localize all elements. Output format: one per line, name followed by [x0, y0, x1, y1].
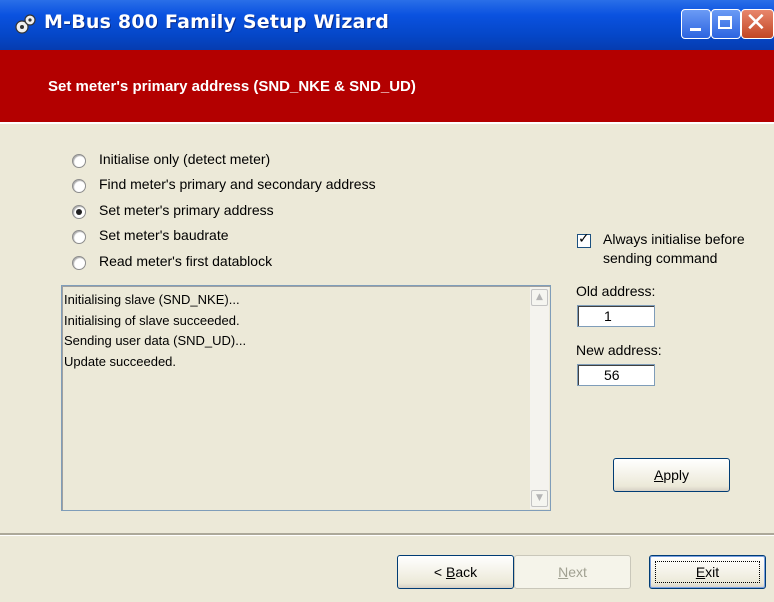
radio-label: Set meter's primary address	[99, 202, 274, 218]
minimize-icon	[690, 28, 701, 31]
vertical-scrollbar[interactable]: ▲ ▼	[530, 287, 549, 509]
scroll-down-arrow-icon[interactable]: ▼	[531, 490, 548, 507]
wizard-app-icon	[15, 14, 36, 34]
radio-label: Initialise only (detect meter)	[99, 151, 271, 167]
radio-button[interactable]	[72, 256, 86, 270]
always-initialise-label[interactable]: Always initialise before sending command	[603, 230, 745, 268]
title-bar[interactable]: M-Bus 800 Family Setup Wizard ✕	[0, 0, 774, 50]
next-button[interactable]: Next	[514, 555, 631, 589]
focus-rectangle	[655, 561, 760, 583]
log-lines: Initialising slave (SND_NKE)... Initiali…	[64, 290, 246, 372]
button-label-pre: <	[433, 564, 446, 580]
minimize-button[interactable]	[681, 9, 711, 39]
log-line: Initialising slave (SND_NKE)...	[64, 292, 240, 307]
button-label-post: pply	[663, 467, 690, 483]
button-mnemonic: A	[653, 467, 664, 483]
checkbox-label-line: sending command	[603, 250, 718, 266]
close-button[interactable]: ✕	[741, 8, 774, 39]
radio-button[interactable]	[72, 179, 86, 193]
button-mnemonic: B	[445, 564, 456, 580]
button-mnemonic: N	[558, 564, 569, 580]
maximize-button[interactable]	[711, 9, 741, 39]
old-address-field[interactable]: 1	[577, 305, 655, 327]
close-icon: ✕	[745, 8, 767, 38]
log-line: Update succeeded.	[64, 353, 177, 369]
footer-divider	[0, 533, 774, 535]
button-label-post: ext	[568, 564, 587, 580]
header-divider	[0, 122, 774, 124]
log-line: Sending user data (SND_UD)...	[64, 333, 247, 348]
window-title: M-Bus 800 Family Setup Wizard	[44, 11, 390, 33]
scroll-up-arrow-icon[interactable]: ▲	[531, 289, 548, 306]
radio-button[interactable]	[72, 154, 86, 168]
apply-button[interactable]: Apply	[613, 458, 730, 492]
log-line: Initialising of slave succeeded.	[64, 312, 240, 328]
radio-label: Set meter's baudrate	[99, 227, 229, 243]
always-initialise-checkbox[interactable]: ✓	[577, 231, 591, 248]
new-address-field[interactable]: 56	[577, 364, 655, 386]
maximize-icon	[718, 16, 732, 29]
checkmark-icon: ✓	[578, 231, 590, 247]
log-output[interactable]: Initialising slave (SND_NKE)... Initiali…	[61, 285, 551, 511]
wizard-header-banner: Set meter's primary address (SND_NKE & S…	[0, 50, 774, 122]
exit-button[interactable]: Exit	[649, 555, 766, 589]
checkbox-label-line: Always initialise before	[603, 231, 745, 247]
radio-button[interactable]	[72, 230, 86, 244]
radio-label: Read meter's first datablock	[99, 253, 273, 269]
new-address-label: New address:	[576, 342, 662, 358]
radio-button-selected[interactable]	[72, 205, 86, 219]
step-title: Set meter's primary address (SND_NKE & S…	[48, 78, 416, 95]
old-address-label: Old address:	[576, 283, 656, 299]
button-label-post: ack	[455, 564, 478, 580]
radio-label: Find meter's primary and secondary addre…	[99, 176, 376, 192]
back-button[interactable]: < Back	[397, 555, 514, 589]
